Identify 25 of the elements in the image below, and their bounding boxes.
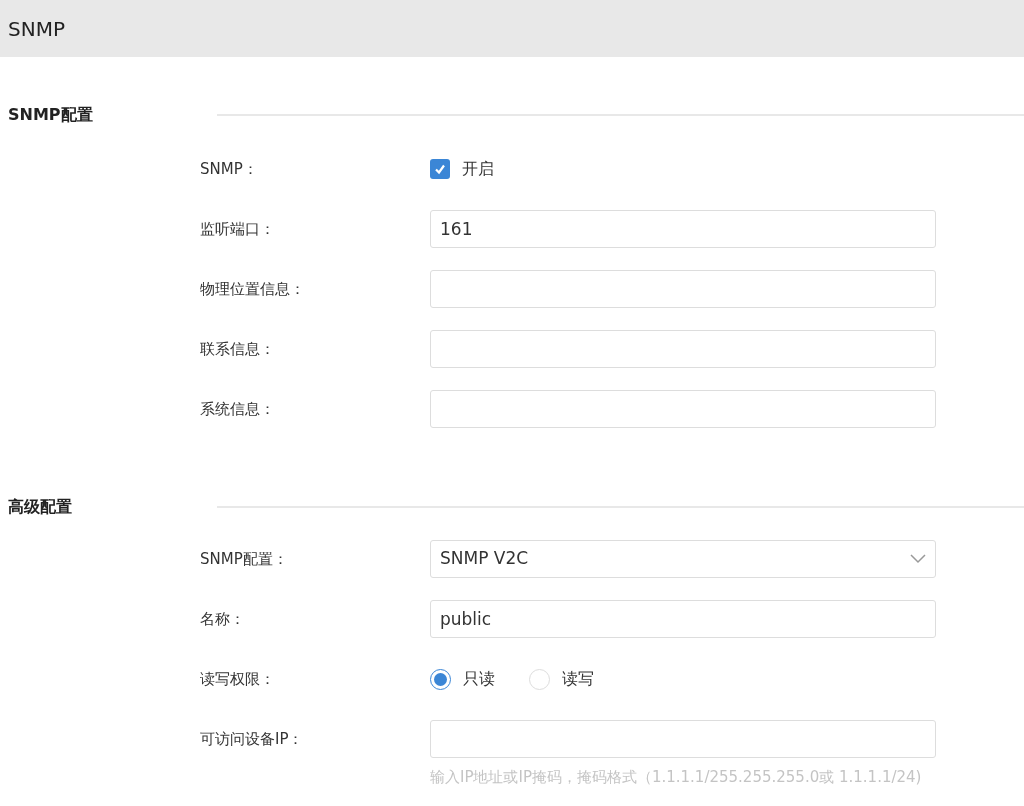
input-field[interactable] [430,390,936,428]
field-label: 可访问设备IP： [200,728,305,750]
field-label: 系统信息： [200,398,276,420]
radio-label: 只读 [463,668,495,690]
input-field[interactable] [430,330,936,368]
input-field[interactable]: 161 [430,210,936,248]
field-label: 联系信息： [200,338,276,360]
field-label: 名称： [200,608,246,630]
chevron-down-icon [910,554,926,564]
section-title: 高级配置 [7,496,73,518]
input-field[interactable] [430,270,936,308]
input-field[interactable]: public [430,600,936,638]
section-title: SNMP配置 [7,104,94,126]
check-icon [434,163,446,175]
page-title: SNMP [8,15,65,43]
checkbox[interactable] [430,159,450,179]
radio-label: 读写 [562,668,594,690]
field-label: 物理位置信息： [200,278,306,300]
field-label: 读写权限： [200,668,276,690]
field-label: 监听端口： [200,218,276,240]
checkbox-label: 开启 [462,158,494,180]
field-label: SNMP： [200,158,259,180]
input-field[interactable] [430,720,936,758]
select-field[interactable]: SNMP V2C [430,540,936,578]
field-label: SNMP配置： [200,548,289,570]
